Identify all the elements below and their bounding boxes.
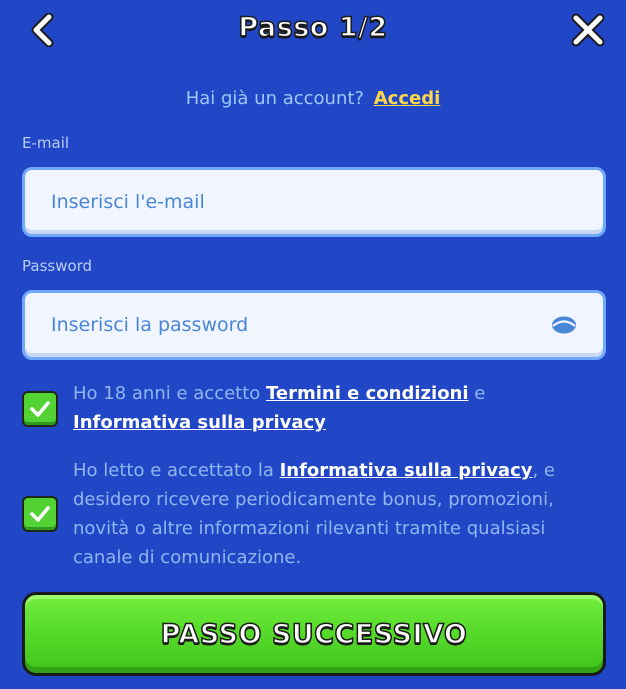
login-link[interactable]: Accedi (374, 88, 441, 109)
eye-icon[interactable] (551, 315, 577, 335)
terms-link[interactable]: Termini e condizioni (266, 383, 469, 404)
consent-marketing-text: Ho letto e accettato la Informativa sull… (73, 456, 603, 572)
email-field[interactable] (25, 170, 603, 234)
email-label: E-mail (22, 134, 70, 152)
next-step-button[interactable]: PASSO SUCCESSIVO (22, 592, 606, 676)
close-button[interactable] (568, 10, 608, 50)
privacy-link[interactable]: Informativa sulla privacy (73, 412, 326, 433)
consent-terms-text-part: e (468, 383, 486, 404)
password-label: Password (22, 257, 93, 275)
next-step-label: PASSO SUCCESSIVO (160, 618, 468, 651)
consent-terms-checkbox[interactable] (22, 391, 58, 427)
consent-terms-text-part: Ho 18 anni e accetto (73, 383, 267, 404)
checkmark-icon (30, 506, 50, 522)
password-field-wrapper (22, 290, 606, 360)
consent-terms-row: Ho 18 anni e accetto Termini e condizion… (22, 378, 606, 440)
password-field[interactable] (25, 293, 603, 357)
login-question: Hai già un account? (185, 88, 364, 109)
header: Passo 1/2 (0, 0, 626, 60)
checkmark-icon (30, 401, 50, 417)
page-title: Passo 1/2 (238, 11, 388, 44)
login-prompt: Hai già un account? Accedi (0, 88, 626, 109)
email-field-wrapper (22, 167, 606, 237)
close-icon (571, 13, 605, 47)
privacy-link[interactable]: Informativa sulla privacy (280, 460, 533, 481)
consent-terms-text: Ho 18 anni e accetto Termini e condizion… (73, 379, 603, 437)
consent-marketing-checkbox[interactable] (22, 496, 58, 532)
consent-marketing-text-part: Ho letto e accettato la (73, 460, 280, 481)
consent-marketing-row: Ho letto e accettato la Informativa sull… (22, 456, 606, 574)
